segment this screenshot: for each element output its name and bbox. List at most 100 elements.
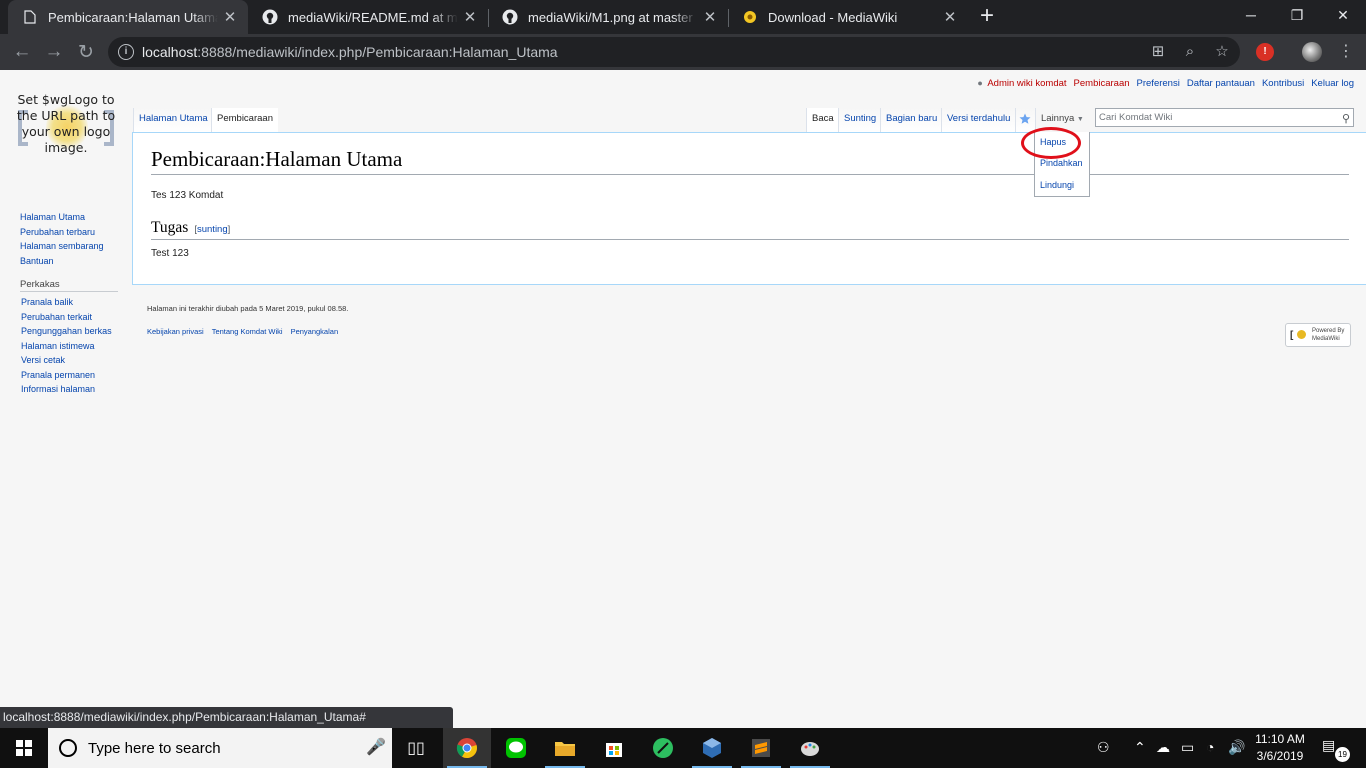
microphone-icon[interactable]: 🎤 <box>366 737 386 757</box>
footer-links: Kebijakan privasi Tentang Komdat Wiki Pe… <box>147 327 338 336</box>
paragraph: Test 123 <box>151 248 189 259</box>
user-link[interactable]: ● Admin wiki komdat <box>977 78 1066 89</box>
github-icon <box>262 9 278 25</box>
tab-title: Download - MediaWiki <box>768 9 898 25</box>
sidebar-item-recent-changes[interactable]: Perubahan terbaru <box>20 225 120 240</box>
profile-avatar[interactable] <box>1302 42 1322 62</box>
sidebar: Halaman Utama Perubahan terbaru Halaman … <box>20 210 120 397</box>
volume-icon[interactable]: 🔊 <box>1228 739 1245 756</box>
sidebar-item-permanent-link[interactable]: Pranala permanen <box>20 368 120 383</box>
extension-icon[interactable]: ! <box>1256 43 1274 61</box>
status-bar-url: localhost:8888/mediawiki/index.php/Pembi… <box>0 707 453 728</box>
logo-text: Set $wgLogo to the URL path to your own … <box>16 92 116 155</box>
close-tab-icon[interactable]: ✕ <box>938 5 962 29</box>
reload-icon[interactable]: ↻ <box>72 38 100 66</box>
system-clock[interactable]: 11:10 AM 3/6/2019 <box>1244 731 1316 765</box>
start-button[interactable] <box>0 728 48 768</box>
browser-tab[interactable]: Download - MediaWiki ✕ <box>728 0 968 34</box>
notification-badge: 19 <box>1335 747 1350 762</box>
tab-history[interactable]: Versi terdahulu <box>941 108 1016 132</box>
search-input[interactable]: Cari Komdat Wiki ⚲ <box>1095 108 1354 127</box>
contributions-link[interactable]: Kontribusi <box>1262 78 1304 89</box>
mediawiki-icon <box>1297 330 1306 339</box>
sidebar-item-random-page[interactable]: Halaman sembarang <box>20 239 120 254</box>
about-link[interactable]: Tentang Komdat Wiki <box>212 327 283 336</box>
menu-item-move[interactable]: Pindahkan <box>1040 158 1083 168</box>
virtualbox-icon[interactable] <box>688 728 736 768</box>
sidebar-item-upload-file[interactable]: Pengunggahan berkas <box>20 324 120 339</box>
menu-item-protect[interactable]: Lindungi <box>1040 180 1074 190</box>
sidebar-item-related-changes[interactable]: Perubahan terkait <box>20 310 120 325</box>
browser-tab-strip: Pembicaraan:Halaman Utama - K ✕ mediaWik… <box>0 0 1366 34</box>
close-window-icon[interactable]: ✕ <box>1320 0 1366 30</box>
evernote-icon[interactable] <box>639 728 687 768</box>
address-bar[interactable]: i localhost:8888/mediawiki/index.php/Pem… <box>108 37 1240 67</box>
page-icon <box>22 9 38 25</box>
bookmark-star-icon[interactable]: ☆ <box>1212 43 1232 61</box>
tab-read[interactable]: Baca <box>806 108 839 132</box>
forward-icon[interactable]: → <box>40 38 68 66</box>
disclaimer-link[interactable]: Penyangkalan <box>291 327 339 336</box>
mediawiki-icon <box>742 9 758 25</box>
taskbar-search-box[interactable]: Type here to search 🎤 <box>48 728 392 768</box>
site-logo[interactable]: Set $wgLogo to the URL path to your own … <box>14 92 118 172</box>
line-app-icon[interactable] <box>492 728 540 768</box>
back-icon[interactable]: ← <box>8 38 36 66</box>
translate-icon[interactable]: ⊞ <box>1148 43 1168 61</box>
minimize-icon[interactable]: ─ <box>1228 0 1274 30</box>
tab-new-section[interactable]: Bagian baru <box>880 108 943 132</box>
file-explorer-icon[interactable] <box>541 728 589 768</box>
chevron-up-icon[interactable]: ⌃ <box>1134 739 1146 756</box>
user-icon: ● <box>977 78 983 88</box>
battery-icon[interactable]: ▭ <box>1181 739 1194 756</box>
tools-heading: Perkakas <box>20 277 118 292</box>
paragraph: Tes 123 Komdat <box>151 190 224 201</box>
tab-main-page[interactable]: Halaman Utama <box>133 108 213 132</box>
onedrive-icon[interactable]: ☁ <box>1156 739 1170 756</box>
tab-talk[interactable]: Pembicaraan <box>211 108 278 132</box>
task-view-icon[interactable]: ▯▯ <box>392 728 440 768</box>
restore-icon[interactable]: ❐ <box>1274 0 1320 30</box>
sidebar-item-help[interactable]: Bantuan <box>20 254 120 269</box>
tab-edit[interactable]: Sunting <box>838 108 882 132</box>
notification-center-icon[interactable]: ▤ 19 <box>1322 737 1350 762</box>
chrome-icon[interactable] <box>443 728 491 768</box>
last-modified-text: Halaman ini terakhir diubah pada 5 Maret… <box>147 304 349 313</box>
close-tab-icon[interactable]: ✕ <box>698 5 722 29</box>
info-icon[interactable]: i <box>118 44 134 60</box>
logout-link[interactable]: Keluar log <box>1311 78 1354 89</box>
address-url[interactable]: localhost:8888/mediawiki/index.php/Pembi… <box>142 44 558 60</box>
browser-tab[interactable]: mediaWiki/M1.png at master · m ✕ <box>488 0 728 34</box>
privacy-link[interactable]: Kebijakan privasi <box>147 327 204 336</box>
wifi-icon[interactable]: ◔ <box>1206 739 1214 755</box>
close-tab-icon[interactable]: ✕ <box>218 5 242 29</box>
browser-tab-active[interactable]: Pembicaraan:Halaman Utama - K ✕ <box>8 0 248 34</box>
sidebar-item-printable[interactable]: Versi cetak <box>20 353 120 368</box>
message-icon: ▤ <box>1322 737 1336 753</box>
new-tab-button[interactable]: + <box>974 4 1000 30</box>
store-icon[interactable] <box>590 728 638 768</box>
people-icon[interactable]: ⚇ <box>1097 739 1110 756</box>
sidebar-item-page-info[interactable]: Informasi halaman <box>20 382 120 397</box>
sidebar-item-special-pages[interactable]: Halaman istimewa <box>20 339 120 354</box>
sublime-icon[interactable] <box>737 728 785 768</box>
search-icon[interactable]: ⚲ <box>1342 111 1350 128</box>
user-talk-link[interactable]: Pembicaraan <box>1074 78 1130 89</box>
sidebar-item-what-links-here[interactable]: Pranala balik <box>20 295 120 310</box>
cortana-icon <box>59 739 77 757</box>
highlight-annotation <box>1021 127 1081 159</box>
paint-icon[interactable] <box>786 728 834 768</box>
preferences-link[interactable]: Preferensi <box>1137 78 1180 89</box>
clock-date: 3/6/2019 <box>1256 749 1304 763</box>
menu-icon[interactable]: ⋮ <box>1338 42 1354 62</box>
chevron-down-icon: ▼ <box>1076 116 1084 123</box>
close-tab-icon[interactable]: ✕ <box>458 5 482 29</box>
zoom-icon[interactable]: ⌕ <box>1180 43 1200 61</box>
watch-star-icon[interactable] <box>1015 108 1035 132</box>
browser-tab[interactable]: mediaWiki/README.md at maste ✕ <box>248 0 488 34</box>
section-edit-link[interactable]: [sunting] <box>194 224 230 235</box>
sidebar-item-main-page[interactable]: Halaman Utama <box>20 210 120 225</box>
powered-by-mediawiki-badge[interactable]: [ Powered By MediaWiki <box>1285 323 1351 347</box>
page-title: Pembicaraan:Halaman Utama <box>151 147 1349 175</box>
watchlist-link[interactable]: Daftar pantauan <box>1187 78 1255 89</box>
